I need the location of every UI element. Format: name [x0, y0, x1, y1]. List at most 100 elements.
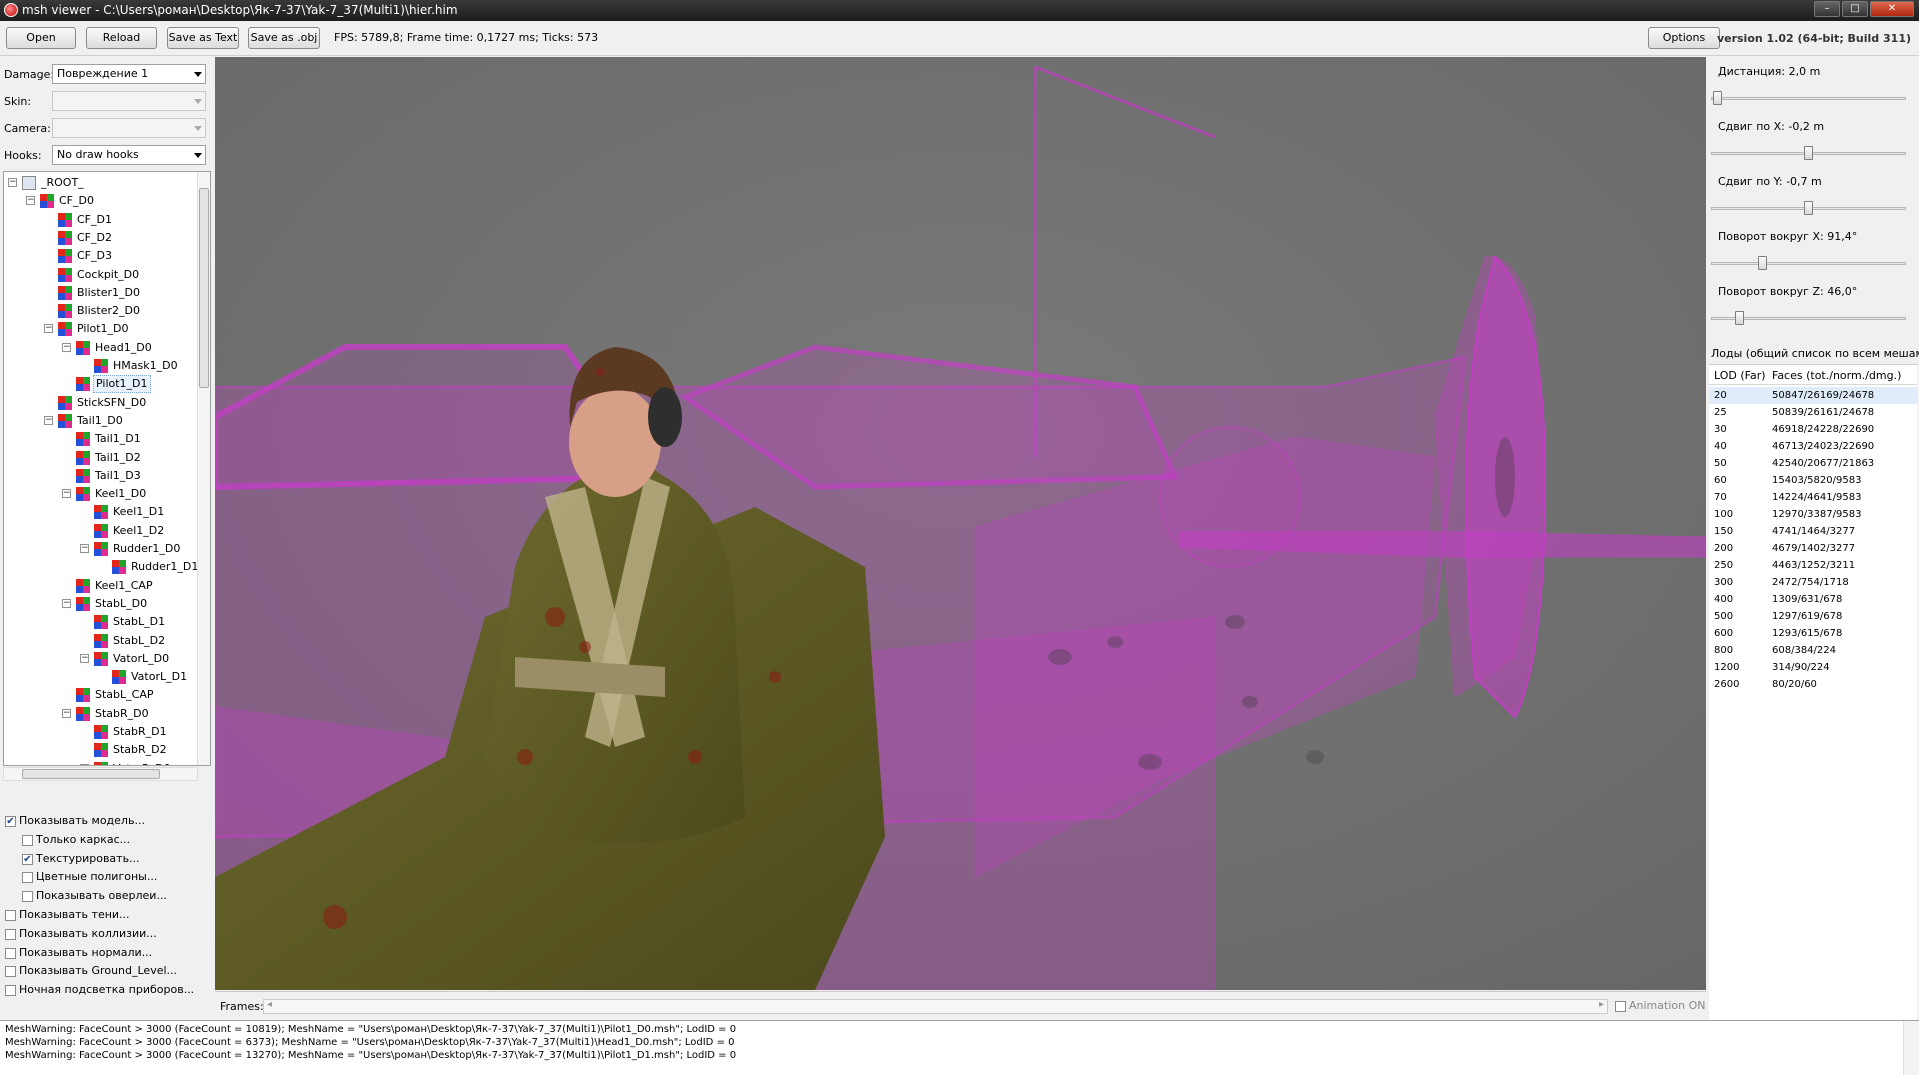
close-button[interactable]: ✕	[1870, 1, 1914, 17]
slider-handle[interactable]	[1804, 146, 1813, 160]
lod-row[interactable]: 20 50847/26169/24678	[1709, 387, 1917, 404]
damage-select[interactable]: Повреждение 1	[52, 64, 206, 84]
lod-row[interactable]: 50 42540/20677/21863	[1709, 455, 1917, 472]
open-button[interactable]: Open	[6, 27, 76, 49]
scroll-right-arrow-icon[interactable]: ▸	[1599, 999, 1604, 1010]
faces-column-header[interactable]: Faces (tot./norm./dmg.)	[1772, 369, 1901, 382]
lod-row[interactable]: 300 2472/754/1718	[1709, 574, 1917, 591]
frames-slider[interactable]: ◂ ▸	[263, 999, 1608, 1014]
option-label: Только каркас...	[36, 832, 131, 846]
checkbox-box[interactable]	[22, 891, 33, 903]
reload-button[interactable]: Reload	[86, 27, 157, 49]
collapse-icon[interactable]: −	[44, 324, 53, 334]
slider[interactable]	[1711, 146, 1906, 160]
slider-label: Сдвиг по Y: -0,7 m	[1718, 175, 1822, 188]
checkbox-box[interactable]	[22, 834, 33, 846]
lod-row[interactable]: 600 1293/615/678	[1709, 625, 1917, 642]
lod-column-header[interactable]: LOD (Far)	[1714, 369, 1766, 382]
scrollbar-thumb[interactable]	[199, 188, 209, 388]
animation-checkbox-box[interactable]	[1615, 1001, 1626, 1012]
checkbox-checked-icon[interactable]: ✔	[5, 816, 16, 827]
lod-row[interactable]: 30 46918/24228/22690	[1709, 421, 1917, 438]
slider-value: -0,7 m	[1786, 175, 1822, 188]
skin-select[interactable]	[52, 91, 206, 111]
slider[interactable]	[1711, 311, 1906, 325]
tree-node-label: _ROOT_	[41, 176, 84, 189]
root-node-icon	[22, 176, 36, 190]
tree-horizontal-scrollbar[interactable]	[3, 767, 198, 781]
collapse-icon[interactable]: −	[80, 544, 89, 553]
lod-row[interactable]: 400 1309/631/678	[1709, 591, 1917, 608]
collapse-icon[interactable]: −	[62, 342, 71, 352]
slider-handle[interactable]	[1735, 311, 1744, 325]
tree-vertical-scrollbar[interactable]	[197, 172, 210, 765]
lod-row[interactable]: 200 4679/1402/3277	[1709, 540, 1917, 557]
slider-track[interactable]	[1711, 262, 1906, 265]
checkbox-box[interactable]	[5, 966, 16, 978]
tree-node-label: Keel1_D0	[95, 487, 147, 501]
scroll-left-arrow-icon[interactable]: ◂	[267, 999, 272, 1010]
lod-table[interactable]: LOD (Far) Faces (tot./norm./dmg.) 20 5084…	[1709, 364, 1917, 1020]
lod-row[interactable]: 150 4741/1464/3277	[1709, 523, 1917, 540]
collapse-icon[interactable]: −	[62, 598, 71, 608]
lod-row[interactable]: 800 608/384/224	[1709, 642, 1917, 659]
log-scrollbar[interactable]	[1903, 1021, 1919, 1075]
slider-handle[interactable]	[1758, 256, 1767, 270]
minimize-button[interactable]: –	[1814, 1, 1840, 17]
collapse-icon[interactable]: −	[62, 708, 71, 718]
slider-handle[interactable]	[1804, 201, 1813, 215]
lod-row[interactable]: 1200 314/90/224	[1709, 659, 1917, 676]
checkbox-checked-icon[interactable]: ✔	[22, 853, 33, 865]
lod-value: 150	[1714, 526, 1734, 537]
slider-handle[interactable]	[1713, 91, 1722, 105]
mesh-node-icon	[94, 633, 108, 648]
collapse-icon[interactable]: −	[80, 653, 89, 663]
option-label: Цветные полигоны...	[36, 870, 158, 884]
scrollbar-thumb[interactable]	[22, 769, 160, 779]
faces-value: 1309/631/678	[1772, 594, 1843, 605]
checkbox-box[interactable]	[5, 928, 16, 940]
lod-row[interactable]: 2600 80/20/60	[1709, 676, 1917, 693]
collapse-icon[interactable]: −	[80, 763, 89, 765]
lod-row[interactable]: 500 1297/619/678	[1709, 608, 1917, 625]
slider[interactable]	[1711, 201, 1906, 215]
option-label: Показывать модель...	[19, 814, 145, 827]
3d-viewport[interactable]	[215, 57, 1706, 990]
save-as-obj-button[interactable]: Save as .obj	[248, 27, 320, 49]
mesh-node-icon	[94, 725, 108, 739]
camera-select[interactable]	[52, 118, 206, 138]
save-as-text-button[interactable]: Save as Text	[167, 27, 239, 49]
slider-track[interactable]	[1711, 97, 1906, 100]
collapse-icon[interactable]: −	[26, 196, 35, 206]
mesh-node-icon	[58, 285, 72, 300]
lod-row[interactable]: 25 50839/26161/24678	[1709, 404, 1917, 421]
lod-row[interactable]: 100 12970/3387/9583	[1709, 506, 1917, 523]
faces-value: 50839/26161/24678	[1772, 407, 1875, 418]
mesh-tree[interactable]: − _ROOT_ − CF_D0 CF_D1 CF_D2 CF_D3 Cockpit_D0 Bl…	[3, 171, 211, 766]
options-button[interactable]: Options	[1648, 27, 1720, 49]
option-label: Ночная подсветка приборов...	[19, 983, 195, 997]
slider-caption: Поворот вокруг Z:	[1718, 285, 1824, 298]
slider[interactable]	[1711, 91, 1906, 105]
lod-value: 500	[1714, 611, 1734, 622]
tree-node-label: Keel1_D2	[113, 523, 165, 537]
checkbox-box[interactable]	[5, 985, 16, 997]
collapse-icon[interactable]: −	[44, 415, 53, 425]
lod-row[interactable]: 70 14224/4641/9583	[1709, 489, 1917, 506]
collapse-icon[interactable]: −	[62, 489, 71, 499]
option-label: Показывать коллизии...	[19, 926, 157, 940]
mesh-node-icon	[76, 596, 90, 611]
maximize-button[interactable]: □	[1842, 1, 1868, 17]
checkbox-box[interactable]	[22, 872, 33, 884]
tree-node-label: Keel1_CAP	[95, 578, 153, 592]
lod-row[interactable]: 250 4463/1252/3211	[1709, 557, 1917, 574]
hooks-select[interactable]: No draw hooks	[52, 145, 206, 165]
lod-row[interactable]: 60 15403/5820/9583	[1709, 472, 1917, 489]
checkbox-box[interactable]	[5, 910, 16, 921]
lod-row[interactable]: 40 46713/24023/22690	[1709, 438, 1917, 455]
mesh-node-icon	[94, 651, 108, 666]
checkbox-box[interactable]	[5, 947, 16, 959]
faces-value: 2472/754/1718	[1772, 577, 1849, 588]
collapse-icon[interactable]: −	[8, 178, 17, 187]
slider[interactable]	[1711, 256, 1906, 270]
